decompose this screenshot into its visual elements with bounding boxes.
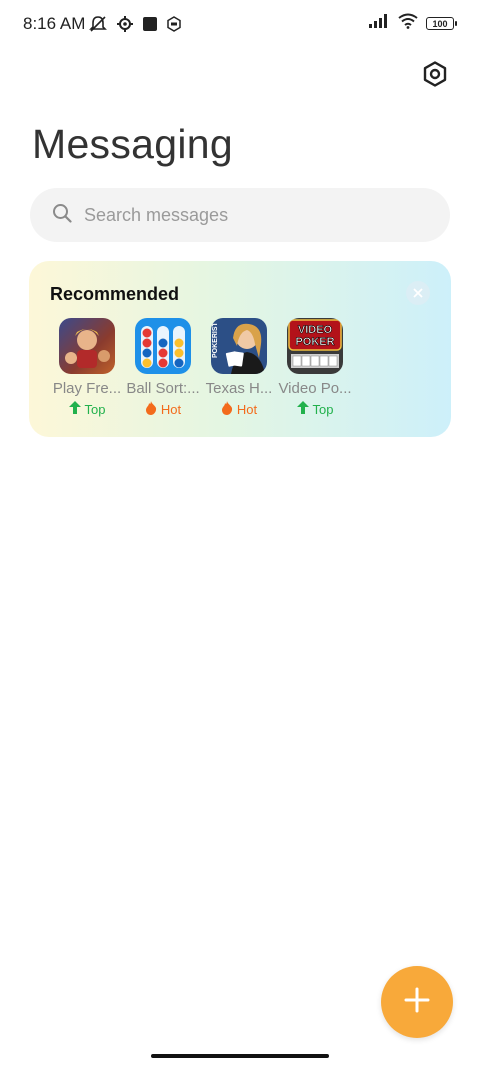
pokerist-icon: POKERIST xyxy=(211,318,267,374)
video-poker-icon: VIDEO POKER xyxy=(287,318,343,374)
page-title: Messaging xyxy=(32,121,233,167)
app-name: Ball Sort:... xyxy=(126,380,200,397)
pokerist-label: POKERIST xyxy=(212,321,219,358)
app-tile-play-free[interactable]: Play Fre... Top xyxy=(49,318,125,418)
new-message-button[interactable] xyxy=(381,966,453,1038)
gear-status-icon xyxy=(116,15,134,38)
recommended-apps: Play Fre... Top Ball Sort:... Hot POKERI… xyxy=(49,318,353,418)
up-arrow-icon xyxy=(296,401,309,417)
app-tile-ball-sort[interactable]: Ball Sort:... Hot xyxy=(125,318,201,418)
poker-label: POKER xyxy=(295,336,334,348)
hot-badge: Hot xyxy=(145,401,181,418)
home-indicator[interactable] xyxy=(151,1054,329,1058)
top-badge: Top xyxy=(296,401,334,417)
ball-sort-icon xyxy=(135,318,191,374)
battery-icon: 100 xyxy=(426,17,457,30)
signal-icon xyxy=(368,13,390,34)
app-name: Texas H... xyxy=(205,380,273,397)
status-bar: 8:16 AM 100 xyxy=(0,0,480,48)
flame-icon xyxy=(221,401,233,418)
app-tile-video-poker[interactable]: VIDEO POKER Video Po... Top xyxy=(277,318,353,418)
badge-label: Top xyxy=(84,401,106,417)
hexagon-status-icon xyxy=(166,16,182,37)
up-arrow-icon xyxy=(68,401,81,417)
search-bar[interactable]: Search messages xyxy=(30,188,450,242)
square-app-icon xyxy=(142,16,158,37)
close-recommended-button[interactable] xyxy=(406,281,430,305)
plus-icon xyxy=(403,986,431,1019)
wifi-icon xyxy=(398,13,418,34)
app-name: Video Po... xyxy=(278,380,352,397)
recommended-card: Recommended Play Fre... Top Ball Sort:..… xyxy=(29,261,451,437)
video-label: VIDEO xyxy=(298,324,333,336)
muted-bell-icon xyxy=(88,14,108,39)
hot-badge: Hot xyxy=(221,401,257,418)
app-name: Play Fre... xyxy=(52,380,122,397)
badge-label: Hot xyxy=(236,402,258,417)
search-placeholder: Search messages xyxy=(84,204,229,225)
badge-label: Top xyxy=(312,401,334,417)
app-tile-texas-holdem[interactable]: POKERIST Texas H... Hot xyxy=(201,318,277,418)
badge-label: Hot xyxy=(160,402,182,417)
close-icon xyxy=(413,285,423,301)
game-characters-icon xyxy=(59,318,115,374)
top-badge: Top xyxy=(68,401,106,417)
recommended-title: Recommended xyxy=(50,284,180,304)
settings-button[interactable] xyxy=(420,60,450,93)
settings-hexagon-icon xyxy=(421,60,449,93)
flame-icon xyxy=(145,401,157,418)
search-icon xyxy=(52,203,72,228)
status-time: 8:16 AM xyxy=(23,14,86,33)
